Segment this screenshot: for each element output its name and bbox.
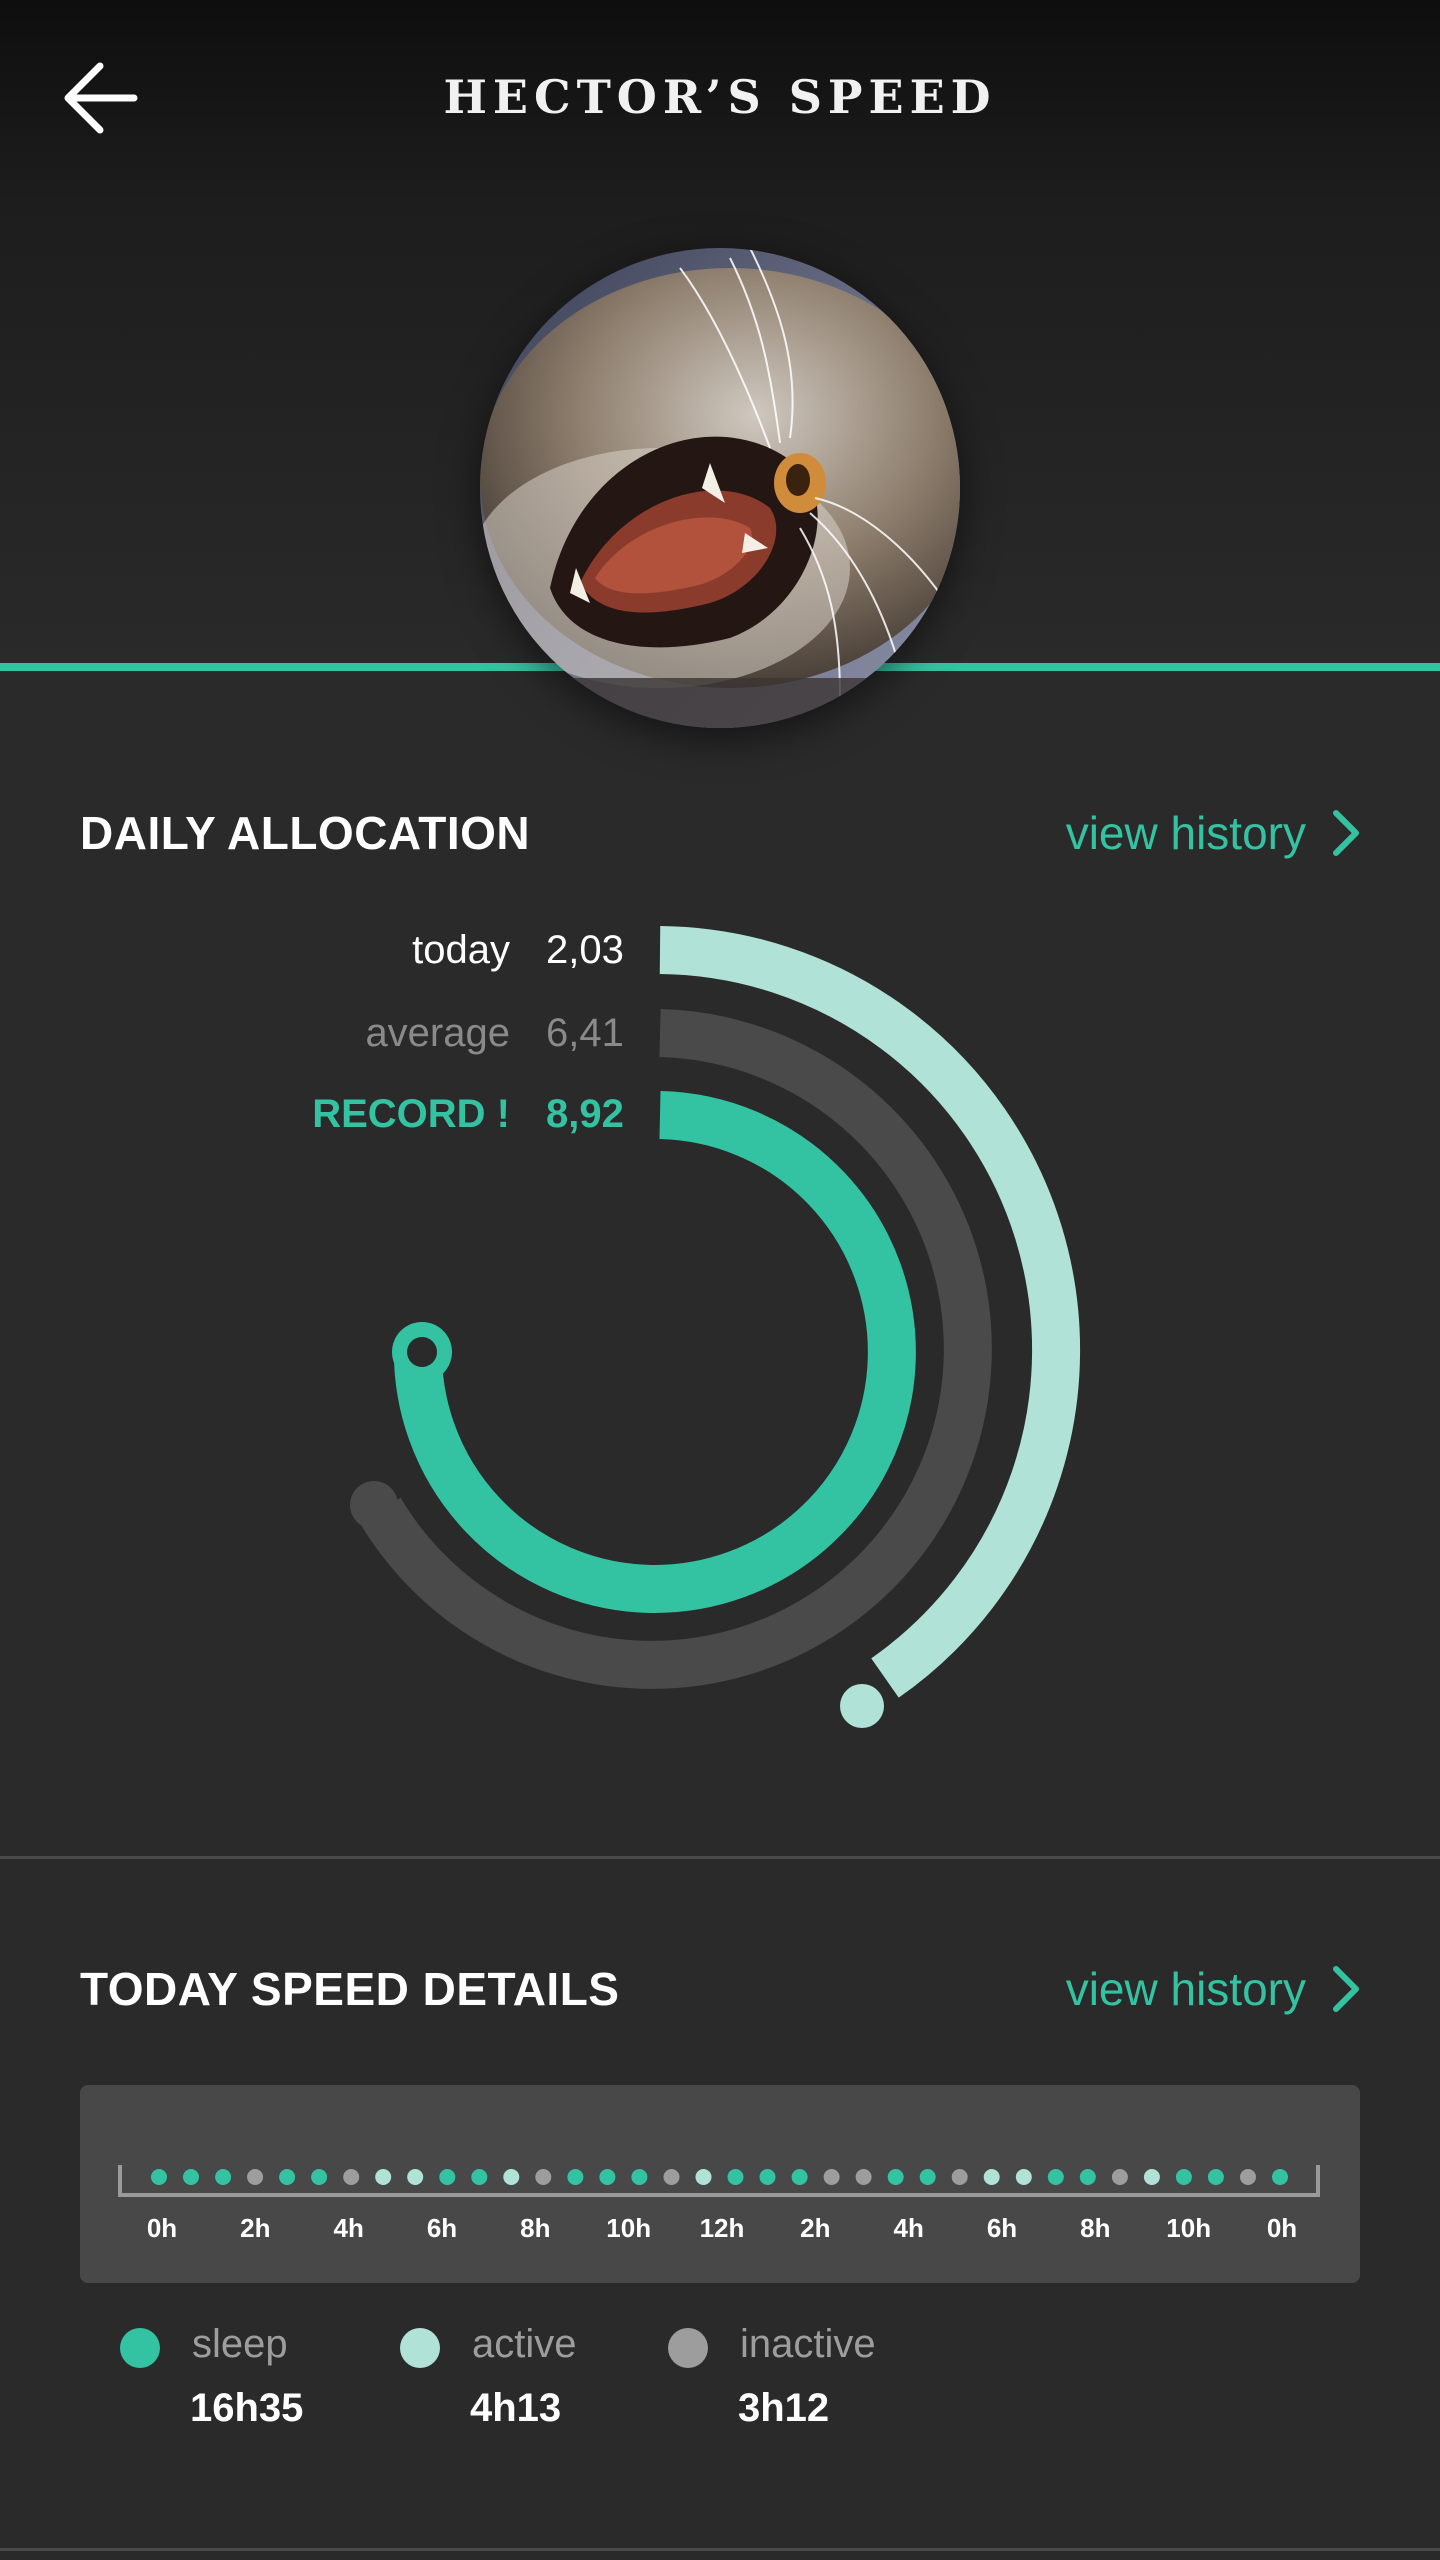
stat-record-value: 8,92 [546,1092,624,1136]
timeline-hour-label: 4h [334,2213,364,2243]
timeline-hour-label: 6h [427,2213,457,2243]
record-ring-handle-hole [407,1337,437,1367]
stat-average-label-row: average [0,1008,510,1058]
timeline-hour-label: 2h [240,2213,270,2243]
timeline-dot [311,2169,328,2185]
timeline-dot [791,2169,808,2185]
average-ring-handle [350,1481,398,1529]
page-title: HECTOR’S SPEED [443,70,997,124]
timeline-dot [599,2169,616,2185]
history-link-label: view history [1065,807,1306,859]
timeline-dot [343,2169,360,2185]
today-ring-handle [840,1684,884,1728]
section-divider [0,1856,1440,1859]
record-ring [393,1091,916,1613]
timeline-hour-label: 2h [800,2213,830,2243]
legend-inactive-value: 3h12 [738,2386,830,2430]
legend-sleep-value: 16h35 [190,2386,304,2430]
stat-today-label: today [412,928,510,972]
avatar [480,248,960,728]
timeline-hour-label: 0h [147,2213,177,2243]
timeline-dot [503,2169,520,2185]
timeline-dot [1272,2169,1288,2185]
timeline-dot [1079,2169,1096,2185]
timeline-dot [855,2169,872,2185]
legend-active-value: 4h13 [470,2386,562,2430]
timeline-dot [471,2169,488,2185]
stat-today-value-row: 2,03 [546,925,746,975]
timeline-dot [151,2169,167,2185]
timeline-dot [919,2169,936,2185]
chevron-right-icon [1333,810,1359,856]
timeline-dot [247,2169,264,2185]
daily-allocation-title: DAILY ALLOCATION [80,807,531,859]
timeline-dot [631,2169,648,2185]
stat-average-value-row: 6,41 [546,1008,746,1058]
bottom-divider [0,2548,1440,2551]
timeline-dot [1047,2169,1064,2185]
sleep-dot-icon [120,2328,160,2368]
timeline-hour-label: 12h [700,2213,745,2243]
timeline-dot [727,2169,744,2185]
timeline-dot [1143,2169,1160,2185]
stat-average-value: 6,41 [546,1011,624,1055]
inactive-dot-icon [668,2328,708,2368]
timeline-axis [118,2165,1320,2197]
timeline-dot [567,2169,584,2185]
stat-today-value: 2,03 [546,928,624,972]
timeline-dot [663,2169,680,2185]
timeline-dot [407,2169,424,2185]
stat-average-label: average [365,1011,510,1055]
timeline-hour-label: 8h [1080,2213,1110,2243]
speed-details-history-link[interactable]: view history [1066,1962,1360,2016]
timeline-dot [823,2169,840,2185]
timeline-hour-label: 4h [894,2213,924,2243]
speed-details-title: TODAY SPEED DETAILS [80,1963,620,2015]
timeline-hour-label: 0h [1267,2213,1297,2243]
cat-yawning-photo [480,248,960,728]
chevron-right-icon [1333,1966,1359,2012]
timeline-dot [535,2169,552,2185]
timeline-dot [983,2169,1000,2185]
timeline-dot [1207,2169,1224,2185]
timeline-dot [695,2169,712,2185]
timeline-dot [1015,2169,1032,2185]
stat-today-label-row: today [0,925,510,975]
timeline-dot [375,2169,392,2185]
legend-active-label: active [472,2322,577,2366]
speed-timeline: 0h 2h 4h 6h 8h 10h 12h 2h 4h 6h 8h 10h 0h [80,2085,1360,2283]
timeline-dot [215,2169,232,2185]
active-dot-icon [400,2328,440,2368]
stat-record-label-row: RECORD ! [0,1089,510,1139]
timeline-dot [183,2169,199,2185]
timeline-dot [1240,2169,1256,2185]
timeline-dot [887,2169,904,2185]
timeline-hour-label: 8h [520,2213,550,2243]
timeline-chart: 0h 2h 4h 6h 8h 10h 12h 2h 4h 6h 8h 10h 0h [118,2165,1320,2243]
timeline-dot [279,2169,296,2185]
history-link-label: view history [1065,1963,1306,2015]
timeline-dot [439,2169,456,2185]
timeline-dot [1111,2169,1128,2185]
stat-record-label: RECORD ! [312,1092,510,1136]
timeline-dot [1175,2169,1192,2185]
timeline-hour-label: 6h [987,2213,1017,2243]
timeline-hour-label: 10h [606,2213,651,2243]
legend-inactive-label: inactive [740,2322,876,2366]
timeline-dot [951,2169,968,2185]
legend-sleep-label: sleep [192,2322,288,2366]
timeline-hour-label: 10h [1166,2213,1211,2243]
daily-allocation-history-link[interactable]: view history [1066,806,1360,860]
stat-record-value-row: 8,92 [546,1089,746,1139]
timeline-dot [759,2169,776,2185]
